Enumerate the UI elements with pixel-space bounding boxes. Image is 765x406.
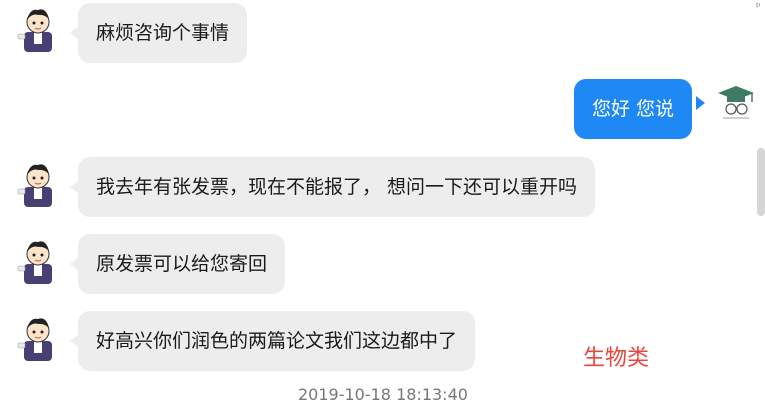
- message-bubble[interactable]: 原发票可以给您寄回: [78, 234, 286, 294]
- message-timestamp: 2019-10-18 18:13:40: [298, 385, 468, 404]
- message-bubble[interactable]: 好高兴你们润色的两篇论文我们这边都中了: [78, 311, 476, 371]
- message-bubble[interactable]: 我去年有张发票，现在不能报了， 想问一下还可以重开吗: [78, 157, 596, 217]
- category-annotation: 生物类: [583, 346, 650, 371]
- message-bubble[interactable]: 麻烦咨询个事情: [78, 3, 248, 63]
- corner-mark-icon: ᵖ: [756, 0, 761, 13]
- message-bubble[interactable]: 您好 您说: [574, 79, 693, 139]
- agent-avatar-icon[interactable]: [713, 80, 759, 124]
- user-avatar-icon[interactable]: [16, 236, 60, 284]
- bubble-tail: [696, 96, 705, 110]
- user-avatar-icon[interactable]: [16, 313, 60, 361]
- scrollbar-thumb[interactable]: [757, 148, 765, 216]
- chat-window: 麻烦咨询个事情 您好 您说 我去年有张发票，现在不能报了， 想问一下还可以重开吗…: [0, 0, 765, 406]
- user-avatar-icon[interactable]: [16, 4, 60, 52]
- user-avatar-icon[interactable]: [16, 159, 60, 207]
